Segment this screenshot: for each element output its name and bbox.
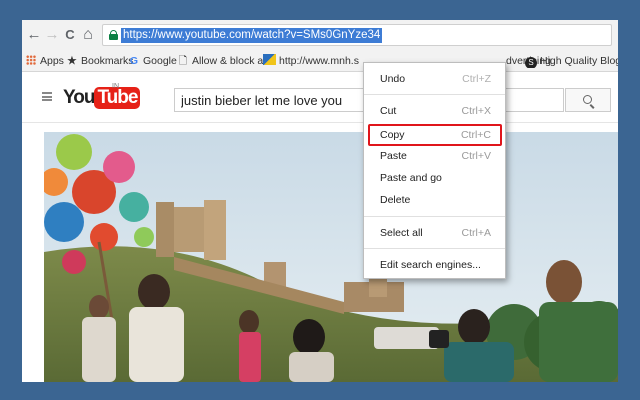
bookmark-apps[interactable]: Apps (26, 54, 64, 68)
home-icon[interactable]: ⌂ (80, 26, 96, 44)
video-frame (44, 132, 618, 382)
search-button[interactable] (565, 88, 611, 112)
back-icon[interactable]: ← (26, 26, 42, 44)
menu-separator (364, 248, 505, 249)
address-bar[interactable]: https://www.youtube.com/watch?v=SMs0GnYz… (102, 24, 612, 46)
menu-item-select-all[interactable]: Select all Ctrl+A (364, 224, 505, 242)
bookmarks-bar: Apps ★ Bookmarks G Google 🗋 Allow & block a… (22, 50, 618, 72)
menu-item-delete[interactable]: Delete (364, 191, 505, 209)
page-icon: 🗋 (178, 55, 188, 67)
menu-separator (364, 94, 505, 95)
menu-item-cut[interactable]: Cut Ctrl+X (364, 102, 505, 120)
google-icon: G (129, 55, 139, 67)
video-player[interactable] (44, 132, 618, 382)
pf-icon (263, 54, 276, 65)
s-icon: S (525, 57, 537, 68)
bookmark-google[interactable]: G Google (128, 54, 177, 68)
bookmark-high-quality-blogger[interactable]: SHigh Quality Blogge (525, 54, 618, 68)
url-text-selected[interactable]: https://www.youtube.com/watch?v=SMs0GnYz… (121, 28, 383, 43)
search-icon (583, 95, 592, 104)
browser-window: ← → C ⌂ https://www.youtube.com/watch?v=… (22, 20, 618, 382)
context-menu: Undo Ctrl+Z Cut Ctrl+X Copy Ctrl+C Paste… (363, 62, 506, 279)
menu-item-paste[interactable]: Paste Ctrl+V (364, 147, 505, 165)
copy-highlight-box (368, 124, 502, 146)
reload-icon[interactable]: C (62, 26, 78, 44)
apps-icon (26, 55, 36, 65)
menu-item-undo[interactable]: Undo Ctrl+Z (364, 70, 505, 88)
forward-icon[interactable]: → (44, 26, 60, 44)
menu-icon[interactable] (42, 92, 52, 101)
bookmark-mnh[interactable]: http://www.mnh.s (263, 54, 363, 68)
region-label: IN (112, 83, 119, 90)
menu-item-paste-and-go[interactable]: Paste and go (364, 169, 505, 187)
menu-item-edit-search-engines[interactable]: Edit search engines... (364, 256, 505, 274)
bookmark-bookmarks[interactable]: ★ Bookmarks (66, 54, 133, 68)
youtube-header: You Tube IN (22, 73, 618, 123)
youtube-logo[interactable]: You Tube (63, 87, 141, 111)
lock-icon (109, 30, 118, 40)
menu-separator (364, 216, 505, 217)
navigation-bar: ← → C ⌂ https://www.youtube.com/watch?v=… (22, 20, 618, 50)
bookmark-allow-block-ads[interactable]: 🗋 Allow & block ads (177, 54, 275, 68)
star-icon: ★ (67, 55, 77, 67)
